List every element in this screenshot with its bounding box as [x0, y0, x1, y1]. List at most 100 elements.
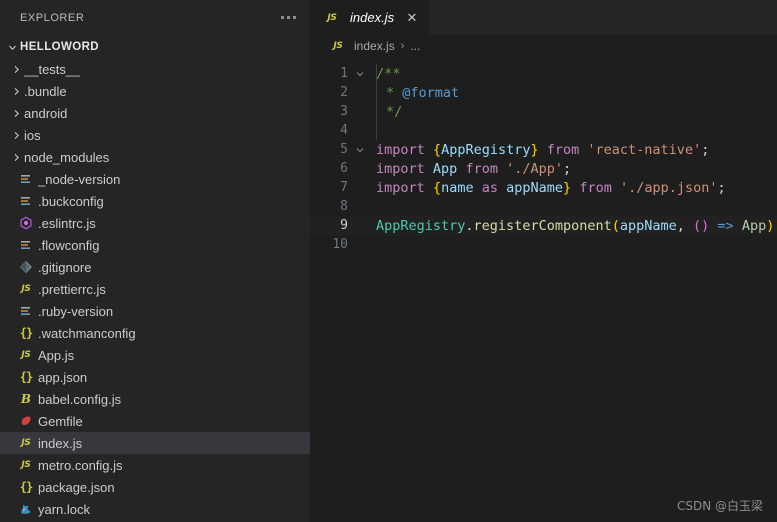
tree-item-metro-config-js[interactable]: JS metro.config.js	[0, 454, 310, 476]
class-token: AppRegistry	[376, 217, 466, 234]
brace-token: {	[432, 141, 442, 158]
tree-item-watchmanconfig[interactable]: {} .watchmanconfig	[0, 322, 310, 344]
punct-token: ;	[563, 160, 572, 177]
identifier-token: name	[441, 179, 474, 196]
tree-root-helloword[interactable]: HELLOWORD	[0, 36, 310, 58]
close-icon[interactable]: ✕	[403, 9, 421, 27]
identifier-token: appName	[506, 179, 564, 196]
babel-icon: B	[20, 392, 32, 406]
explorer-header: EXPLORER	[0, 0, 310, 35]
tree-item-yarn-lock[interactable]: yarn.lock	[0, 498, 310, 520]
brace-token: }	[563, 179, 572, 196]
keyword-token: import	[376, 179, 425, 196]
breadcrumb[interactable]: JS index.js › ...	[310, 35, 777, 57]
tree-item-label: node_modules	[24, 149, 110, 165]
code-line-9: 9 AppRegistry.registerComponent(appName,…	[310, 216, 777, 235]
file-tree: HELLOWORD __tests__ .bundle android ios node…	[0, 35, 310, 522]
tree-item-prettierrc-js[interactable]: JS .prettierrc.js	[0, 278, 310, 300]
config-file-icon	[16, 193, 36, 209]
tree-item-label: package.json	[38, 479, 115, 495]
js-icon: JS	[333, 41, 343, 51]
arrow-token: =>	[709, 217, 742, 234]
string-token: './App'	[506, 160, 564, 177]
brace-token: }	[530, 141, 539, 158]
tree-item-label: .watchmanconfig	[38, 325, 136, 341]
tree-item-node-version[interactable]: _node-version	[0, 168, 310, 190]
code-text: AppRegistry.registerComponent(appName, (…	[368, 218, 777, 234]
tree-item-bundle[interactable]: .bundle	[0, 80, 310, 102]
tree-item-package-json[interactable]: {} package.json	[0, 476, 310, 498]
code-line-5: 5 import {AppRegistry} from 'react-nativ…	[310, 140, 777, 159]
ruby-icon	[16, 413, 36, 429]
tree-item-label: .eslintrc.js	[38, 215, 96, 231]
tree-item-label: app.json	[38, 369, 88, 385]
explorer-sidebar: EXPLORER HELLOWORD __tests__ .bundle andro…	[0, 0, 310, 522]
tree-item-node-modules[interactable]: node_modules	[0, 146, 310, 168]
js-icon: JS	[21, 284, 31, 294]
chevron-right-icon	[8, 152, 24, 163]
punct-token: ;	[701, 141, 710, 158]
line-number: 3	[340, 104, 348, 119]
keyword-token: from	[579, 179, 612, 196]
tree-item-label: android	[24, 105, 68, 121]
line-number: 5	[340, 142, 348, 157]
tree-item-label: .bundle	[24, 83, 67, 99]
tab-label: index.js	[350, 10, 395, 25]
line-number: 8	[340, 199, 348, 214]
watermark: CSDN @白玉梁	[676, 499, 763, 513]
ellipsis-dot	[287, 16, 290, 19]
tree-item-label: .gitignore	[38, 259, 92, 275]
tree-item-ios[interactable]: ios	[0, 124, 310, 146]
tree-item-android[interactable]: android	[0, 102, 310, 124]
js-icon: JS	[21, 350, 31, 360]
code-text: */	[368, 104, 402, 120]
tree-item-app-js[interactable]: JS App.js	[0, 344, 310, 366]
code-text: * @format	[368, 85, 459, 101]
json-icon: {}	[19, 480, 33, 494]
tree-item-ruby-version[interactable]: .ruby-version	[0, 300, 310, 322]
file-tree-items: __tests__ .bundle android ios node_modules _n…	[0, 58, 310, 520]
code-line-6: 6 import App from './App';	[310, 159, 777, 178]
keyword-token: from	[546, 141, 580, 158]
chevron-down-icon[interactable]	[352, 145, 368, 155]
code-editor[interactable]: 1 /** 2 * @format 3 */ 4 5 import {AppRe…	[310, 57, 777, 522]
code-text: /**	[368, 66, 400, 82]
identifier-token: App	[741, 217, 767, 234]
breadcrumb-file[interactable]: index.js	[354, 39, 395, 53]
keyword-token: from	[465, 160, 498, 177]
punct-token: .	[465, 217, 474, 234]
breadcrumb-overflow[interactable]: ...	[410, 39, 420, 53]
tree-item-index-js[interactable]: JS index.js	[0, 432, 310, 454]
code-line-8: 8	[310, 197, 777, 216]
line-number: 1	[340, 66, 348, 81]
line-number: 7	[340, 180, 348, 195]
chevron-right-icon	[8, 130, 24, 141]
tree-item-label: ios	[24, 127, 41, 143]
tree-item-flowconfig[interactable]: .flowconfig	[0, 234, 310, 256]
tree-item-label: Gemfile	[38, 413, 83, 429]
tree-item-gemfile[interactable]: Gemfile	[0, 410, 310, 432]
tree-item-label: .ruby-version	[38, 303, 114, 319]
chevron-down-icon[interactable]	[352, 69, 368, 79]
tab-index-js[interactable]: JS index.js ✕	[310, 0, 430, 35]
identifier-token: appName	[619, 217, 677, 234]
tree-item-label: metro.config.js	[38, 457, 123, 473]
comment-token: *	[386, 84, 403, 101]
code-line-3: 3 */	[310, 102, 777, 121]
tree-root-label: HELLOWORD	[20, 41, 99, 53]
tree-item-buckconfig[interactable]: .buckconfig	[0, 190, 310, 212]
chevron-right-icon	[8, 86, 24, 97]
tree-item-app-json[interactable]: {} app.json	[0, 366, 310, 388]
config-file-icon	[16, 171, 36, 187]
more-actions-icon[interactable]	[279, 12, 298, 23]
code-line-2: 2 * @format	[310, 83, 777, 102]
tree-item-label: index.js	[38, 435, 83, 451]
code-text: import {AppRegistry} from 'react-native'…	[368, 142, 709, 158]
chevron-down-icon	[4, 42, 20, 53]
line-number: 2	[340, 85, 348, 100]
tree-item-babel-config-js[interactable]: Bbabel.config.js	[0, 388, 310, 410]
ellipsis-dot	[293, 16, 296, 19]
tree-item-eslintrc-js[interactable]: .eslintrc.js	[0, 212, 310, 234]
tree-item-tests[interactable]: __tests__	[0, 58, 310, 80]
tree-item-gitignore[interactable]: .gitignore	[0, 256, 310, 278]
